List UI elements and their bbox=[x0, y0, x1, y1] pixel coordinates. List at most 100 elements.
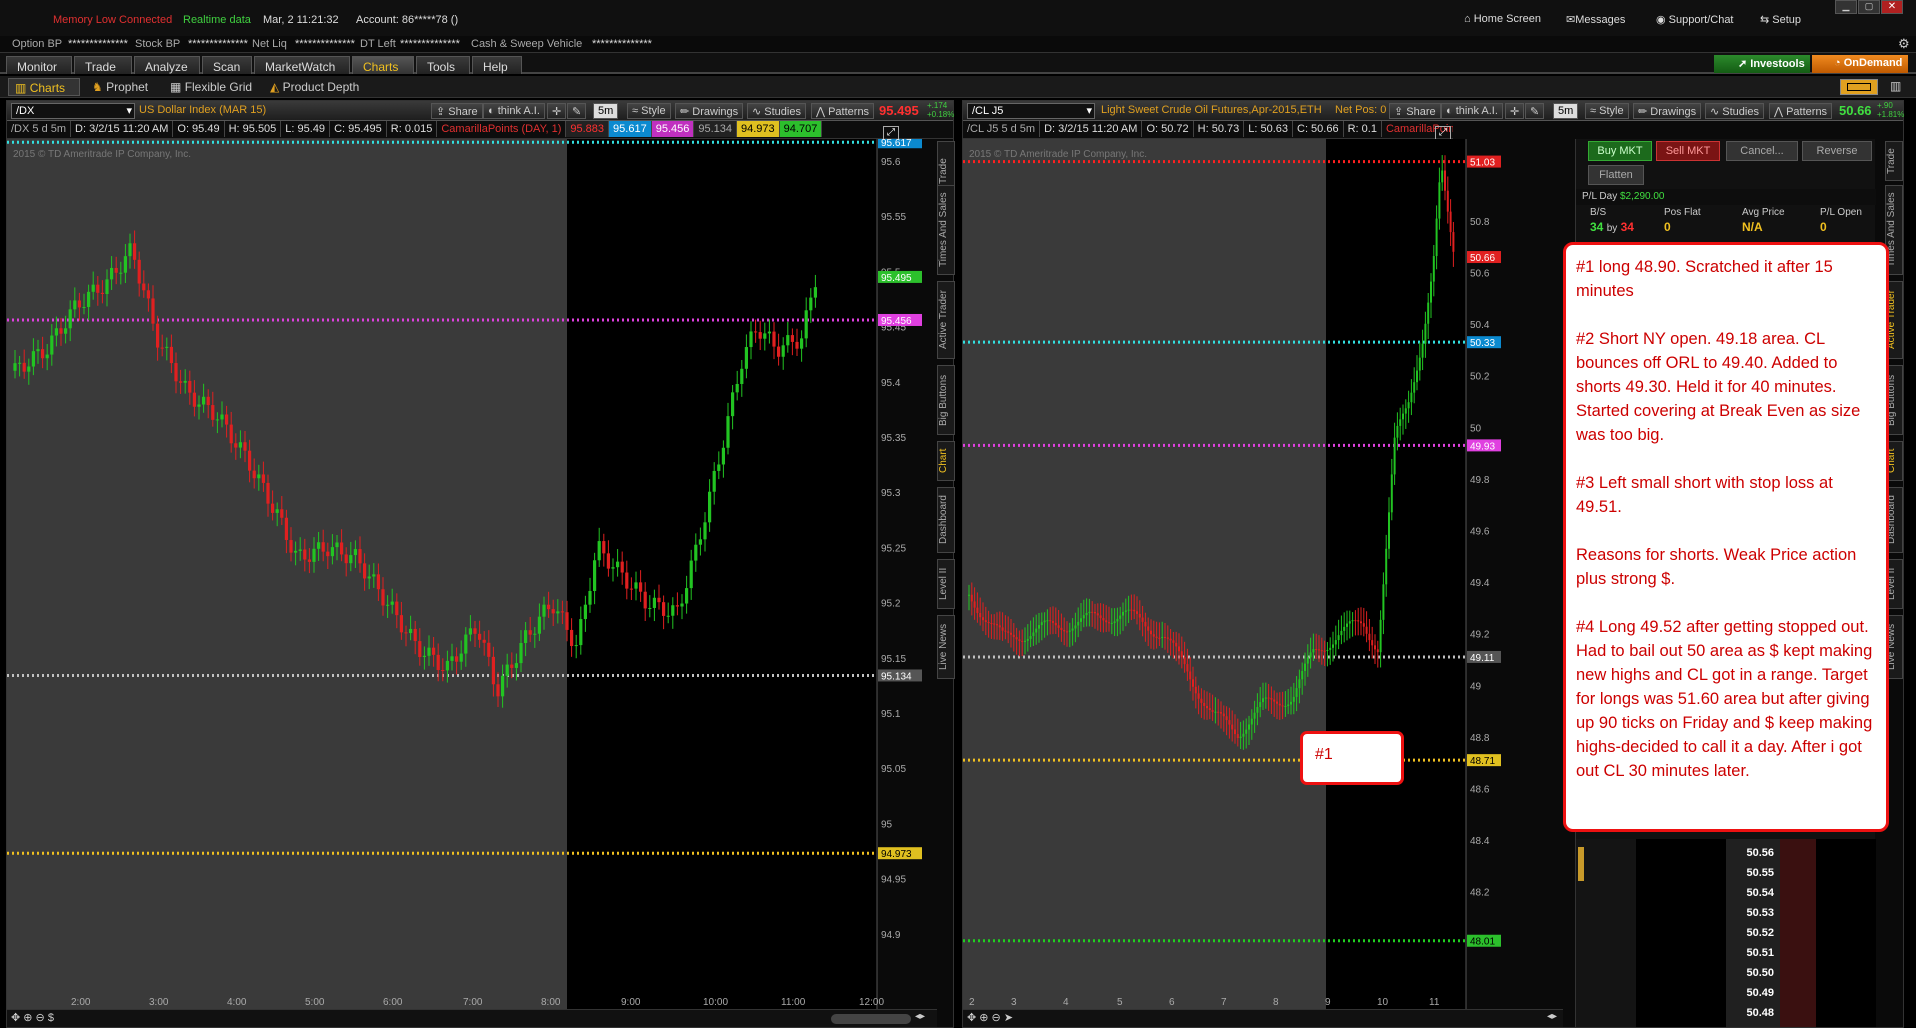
expand-icon[interactable]: ⤢ bbox=[883, 126, 899, 140]
ladder-price[interactable]: 50.55 bbox=[1726, 867, 1780, 885]
share-button-cl[interactable]: ⇪ Share bbox=[1389, 103, 1441, 119]
symbol-input-cl[interactable]: /CL J5 ▾ bbox=[967, 103, 1095, 119]
reverse-button[interactable]: Reverse bbox=[1802, 141, 1872, 161]
tab-analyze[interactable]: Analyze bbox=[134, 56, 200, 74]
share-button-dx[interactable]: ⇪ Share bbox=[431, 103, 483, 119]
pencil-icon: ✏ bbox=[680, 106, 690, 118]
candle-body bbox=[708, 491, 712, 523]
drawings-button-dx[interactable]: ✏ Drawings bbox=[675, 103, 744, 119]
patterns-button-cl[interactable]: ⋀ Patterns bbox=[1769, 103, 1833, 119]
side-tab-trade-cl[interactable]: Trade bbox=[1885, 141, 1903, 181]
tab-monitor[interactable]: Monitor bbox=[6, 56, 72, 74]
side-tab-chart[interactable]: Chart bbox=[937, 441, 955, 481]
crosshair-button-dx[interactable]: ✛ bbox=[547, 103, 567, 119]
thinkai-button-cl[interactable]: ◐ think A.I. bbox=[1441, 103, 1503, 119]
crosshair-button-cl[interactable]: ✛ bbox=[1505, 103, 1525, 119]
home-screen-link[interactable]: ⌂ Home Screen bbox=[1464, 13, 1541, 25]
side-tab-dashboard[interactable]: Dashboard bbox=[937, 487, 955, 553]
zoom-controls-icon[interactable]: ✥ ⊕ ⊖ ➤ bbox=[967, 1011, 1013, 1024]
expand-icon[interactable]: ⤢ bbox=[1435, 126, 1451, 140]
subtab-prophet[interactable]: ♞ Prophet bbox=[92, 80, 148, 94]
camarilla-label: CamarillaPoints (DAY, 1) bbox=[437, 121, 567, 137]
drawings-button-cl[interactable]: ✏ Drawings bbox=[1633, 103, 1702, 119]
ladder-price[interactable]: 50.53 bbox=[1726, 907, 1780, 925]
scrollbar[interactable] bbox=[831, 1014, 911, 1024]
candle-body bbox=[1357, 620, 1360, 622]
interval-button-dx[interactable]: 5m bbox=[593, 103, 619, 119]
zoom-controls-icon[interactable]: ✥ ⊕ ⊖ $ bbox=[11, 1011, 54, 1024]
close-button[interactable]: ✕ bbox=[1881, 0, 1903, 14]
investools-button[interactable]: ➚ Investools bbox=[1714, 55, 1810, 73]
side-tab-big-buttons[interactable]: Big Buttons bbox=[937, 365, 955, 435]
ladder-price[interactable]: 50.48 bbox=[1726, 1007, 1780, 1025]
tab-tools[interactable]: Tools bbox=[416, 56, 470, 74]
ladder-price[interactable]: 50.49 bbox=[1726, 987, 1780, 1005]
tab-trade[interactable]: Trade bbox=[74, 56, 132, 74]
subtab-charts[interactable]: ▥ Charts bbox=[8, 78, 80, 96]
style-button-dx[interactable]: ≈ Style bbox=[627, 103, 671, 119]
thinkai-button-dx[interactable]: ◐ think A.I. bbox=[483, 103, 545, 119]
tab-help[interactable]: Help bbox=[472, 56, 522, 74]
support-link[interactable]: ◉ Support/Chat bbox=[1656, 13, 1734, 26]
setup-link[interactable]: ⇆ Setup bbox=[1760, 13, 1801, 26]
chat-icon: ◉ bbox=[1656, 14, 1666, 26]
layout-button[interactable] bbox=[1840, 79, 1878, 95]
candle-body bbox=[1315, 649, 1318, 651]
candle-body bbox=[1124, 610, 1127, 612]
candle-body bbox=[1228, 720, 1231, 725]
buy-mkt-button[interactable]: Buy MKT bbox=[1588, 141, 1652, 161]
tab-marketwatch[interactable]: MarketWatch bbox=[254, 56, 350, 74]
chart-cl[interactable]: 2015 © TD Ameritrade IP Company, Inc. 50… bbox=[963, 139, 1503, 1013]
candle-body bbox=[740, 368, 744, 384]
studies-button-dx[interactable]: ∿ Studies bbox=[747, 103, 806, 119]
scroll-arrows-icon[interactable]: ◂▸ bbox=[1547, 1011, 1557, 1022]
patterns-button-dx[interactable]: ⋀ Patterns bbox=[811, 103, 875, 119]
sell-mkt-button[interactable]: Sell MKT bbox=[1656, 141, 1720, 161]
subtab-product-depth[interactable]: ◭ Product Depth bbox=[270, 80, 359, 94]
ladder-price[interactable]: 50.54 bbox=[1726, 887, 1780, 905]
ladder-price[interactable]: 50.50 bbox=[1726, 967, 1780, 985]
ladder-price[interactable]: 50.52 bbox=[1726, 927, 1780, 945]
candle-body bbox=[1390, 474, 1393, 513]
symbol-input-dx[interactable]: /DX ▾ bbox=[11, 103, 135, 119]
candle-body bbox=[1385, 548, 1388, 585]
candle-body bbox=[1360, 621, 1362, 624]
style-button-cl[interactable]: ≈ Style bbox=[1585, 103, 1629, 119]
wrench-button-dx[interactable]: ✎ bbox=[567, 103, 587, 119]
minimize-button[interactable]: ▁ bbox=[1835, 0, 1857, 14]
candle-body bbox=[1225, 716, 1228, 721]
subtab-flexible-grid[interactable]: ▦ Flexible Grid bbox=[170, 80, 252, 94]
candle-body bbox=[1063, 630, 1066, 632]
ladder-price[interactable]: 50.56 bbox=[1726, 847, 1780, 865]
cancel-button[interactable]: Cancel... bbox=[1726, 141, 1798, 161]
chart-dx[interactable]: 2015 © TD Ameritrade IP Company, Inc. 95… bbox=[7, 139, 937, 1013]
candle-body bbox=[1262, 698, 1264, 703]
tab-charts[interactable]: Charts bbox=[352, 56, 414, 74]
wrench-button-cl[interactable]: ✎ bbox=[1525, 103, 1545, 119]
scroll-arrows-icon[interactable]: ◂▸ bbox=[915, 1011, 925, 1022]
candle-body bbox=[1362, 623, 1365, 627]
price-ladder[interactable]: 50.56 50.55 50.54 50.53 50.52 50.51 50.50 50.49… bbox=[1576, 839, 1876, 1027]
candle-body bbox=[1032, 632, 1035, 637]
side-tab-live-news[interactable]: Live News bbox=[937, 615, 955, 679]
studies-button-cl[interactable]: ∿ Studies bbox=[1705, 103, 1764, 119]
maximize-button[interactable]: ▢ bbox=[1858, 0, 1880, 14]
ladder-price[interactable]: 50.51 bbox=[1726, 947, 1780, 965]
cam-value: 95.134 bbox=[694, 121, 738, 137]
side-tab-times-sales[interactable]: Times And Sales bbox=[937, 185, 955, 275]
interval-button-cl[interactable]: 5m bbox=[1553, 103, 1579, 119]
candle-body bbox=[1413, 382, 1416, 393]
tab-scan[interactable]: Scan bbox=[202, 56, 252, 74]
candle-body bbox=[1026, 638, 1029, 641]
patterns-icon: ⋀ bbox=[1774, 106, 1784, 118]
side-tab-active-trader[interactable]: Active Trader bbox=[937, 281, 955, 359]
gear-icon[interactable]: ⚙ bbox=[1898, 36, 1910, 52]
candle-body bbox=[634, 582, 638, 589]
side-tab-level2[interactable]: Level II bbox=[937, 559, 955, 609]
candle-body bbox=[1208, 708, 1211, 711]
messages-link[interactable]: ✉Messages bbox=[1566, 13, 1625, 26]
candle-body bbox=[735, 383, 739, 393]
ondemand-button[interactable]: ◔ OnDemand bbox=[1812, 55, 1908, 73]
flatten-button[interactable]: Flatten bbox=[1588, 165, 1644, 185]
layout-grid-icon[interactable]: ▥ bbox=[1890, 79, 1901, 93]
